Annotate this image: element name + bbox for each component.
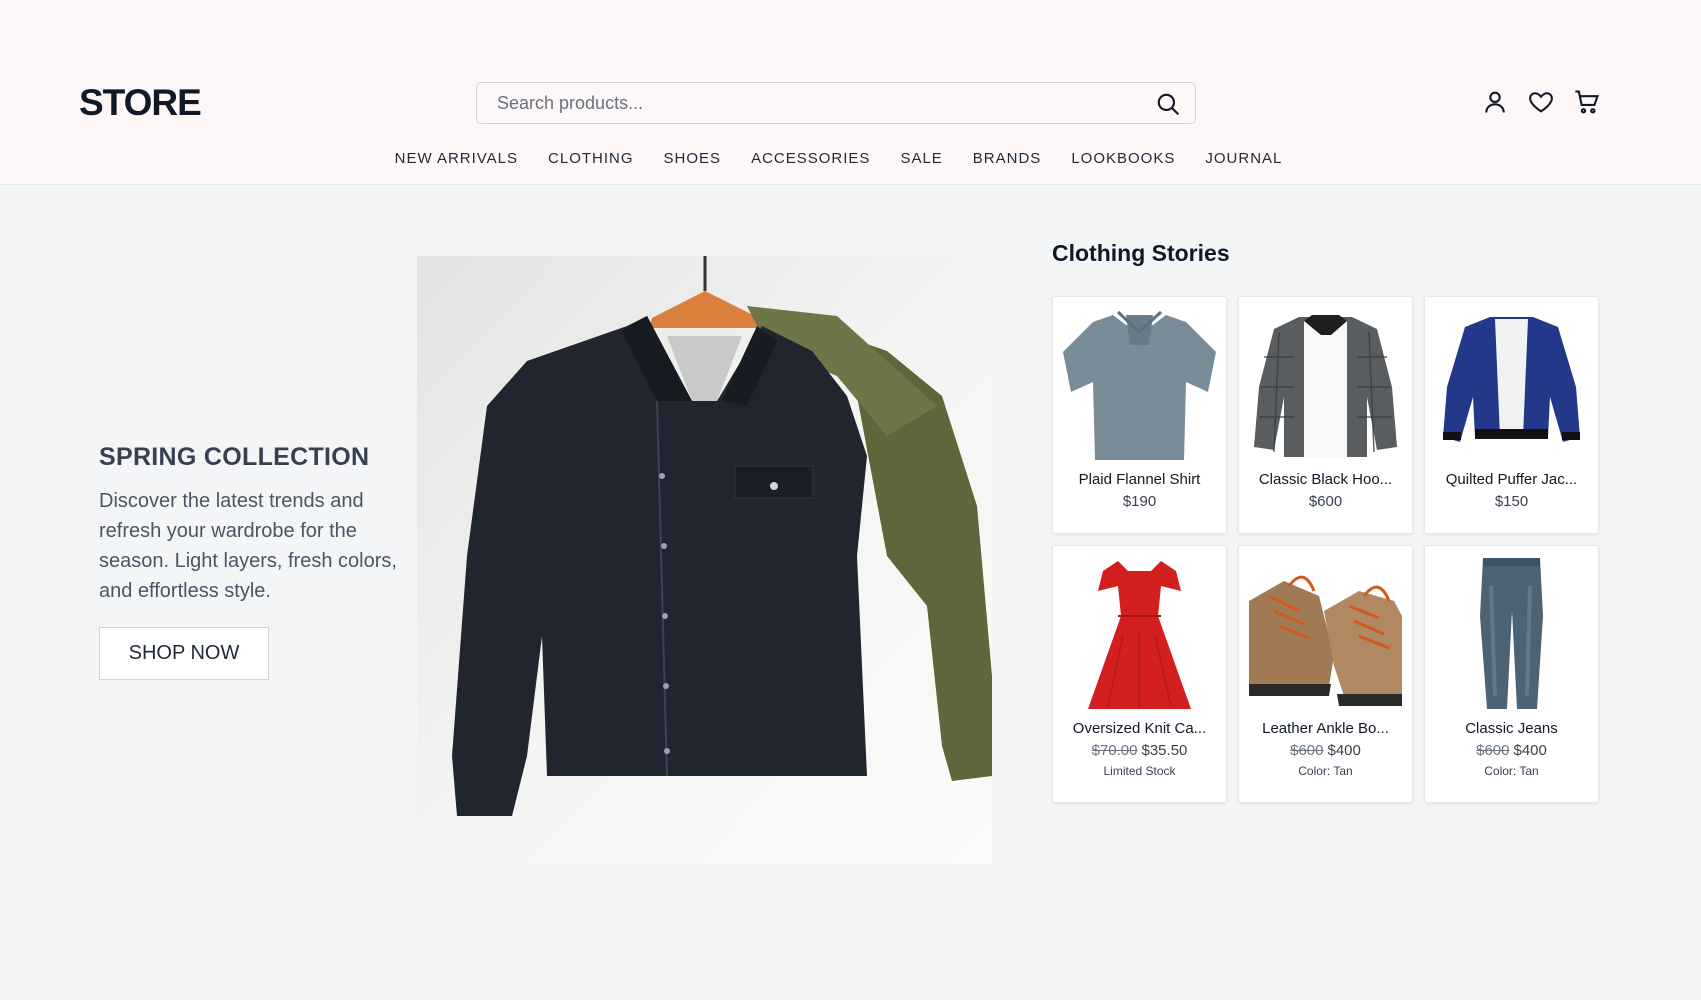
- product-card[interactable]: Classic Jeans $600 $400 Color: Tan: [1424, 545, 1599, 803]
- product-name: Plaid Flannel Shirt: [1078, 471, 1201, 488]
- product-card[interactable]: Plaid Flannel Shirt $190: [1052, 296, 1227, 534]
- old-price: $70.00: [1091, 742, 1138, 759]
- product-note: Color: Tan: [1484, 764, 1539, 778]
- main-nav: NEW ARRIVALS CLOTHING SHOES ACCESSORIES …: [0, 150, 1701, 167]
- nav-brands[interactable]: BRANDS: [973, 150, 1042, 167]
- product-price: $70.00 $35.50: [1063, 742, 1216, 759]
- product-name: Leather Ankle Bo...: [1262, 720, 1389, 737]
- product-name: Quilted Puffer Jac...: [1445, 471, 1578, 488]
- nav-accessories[interactable]: ACCESSORIES: [751, 150, 870, 167]
- current-price: $190: [1122, 493, 1157, 510]
- product-price: $600: [1249, 493, 1402, 510]
- store-logo[interactable]: STORE: [79, 82, 202, 124]
- old-price: $600: [1290, 742, 1324, 759]
- search-bar: [476, 82, 1196, 124]
- polo-shirt-image: [1063, 307, 1216, 460]
- current-price: $600: [1308, 493, 1343, 510]
- product-card[interactable]: Quilted Puffer Jac... $150: [1424, 296, 1599, 534]
- product-card[interactable]: Classic Black Hoo... $600: [1238, 296, 1413, 534]
- nav-shoes[interactable]: SHOES: [664, 150, 722, 167]
- search-input[interactable]: [477, 83, 1137, 123]
- hero-title: SPRING COLLECTION: [99, 443, 370, 471]
- hero-jacket-image[interactable]: [417, 256, 992, 864]
- site-header: STORE NEW ARRIVALS CLOTHING SHOES ACCESS…: [0, 0, 1701, 185]
- current-price: $35.50: [1141, 742, 1188, 759]
- product-price: $150: [1435, 493, 1588, 510]
- product-card[interactable]: Leather Ankle Bo... $600 $400 Color: Tan: [1238, 545, 1413, 803]
- stories-title: Clothing Stories: [1052, 240, 1230, 266]
- current-price: $400: [1327, 742, 1361, 759]
- nav-lookbooks[interactable]: LOOKBOOKS: [1071, 150, 1175, 167]
- search-icon[interactable]: [1155, 91, 1181, 117]
- current-price: $150: [1494, 493, 1529, 510]
- product-name: Classic Jeans: [1465, 720, 1558, 737]
- product-name: Oversized Knit Ca...: [1072, 720, 1207, 737]
- red-dress-image: [1063, 556, 1216, 709]
- product-note: Color: Tan: [1298, 764, 1353, 778]
- nav-sale[interactable]: SALE: [900, 150, 942, 167]
- ankle-boots-image: [1249, 556, 1402, 709]
- bomber-jacket-image: [1435, 307, 1588, 460]
- product-note: Limited Stock: [1103, 764, 1176, 778]
- user-icon[interactable]: [1481, 88, 1509, 116]
- nav-new-arrivals[interactable]: NEW ARRIVALS: [395, 150, 518, 167]
- product-price: $600 $400: [1249, 742, 1402, 759]
- hero-description: Discover the latest trends and refresh y…: [99, 490, 397, 602]
- jeans-image: [1435, 556, 1588, 709]
- product-price: $190: [1063, 493, 1216, 510]
- header-actions: [1481, 88, 1601, 116]
- product-price: $600 $400: [1435, 742, 1588, 759]
- cart-icon[interactable]: [1573, 88, 1601, 116]
- shop-now-button[interactable]: SHOP NOW: [99, 627, 269, 680]
- hero-text: SPRING COLLECTION Discover the latest tr…: [99, 443, 399, 606]
- product-card[interactable]: Oversized Knit Ca... $70.00 $35.50 Limite…: [1052, 545, 1227, 803]
- heart-icon[interactable]: [1527, 88, 1555, 116]
- current-price: $400: [1513, 742, 1547, 759]
- product-name: Classic Black Hoo...: [1258, 471, 1393, 488]
- nav-journal[interactable]: JOURNAL: [1205, 150, 1282, 167]
- product-grid: Plaid Flannel Shirt $190 Classic Black H…: [1052, 296, 1599, 803]
- nav-clothing[interactable]: CLOTHING: [548, 150, 634, 167]
- plaid-jacket-image: [1249, 307, 1402, 460]
- old-price: $600: [1476, 742, 1510, 759]
